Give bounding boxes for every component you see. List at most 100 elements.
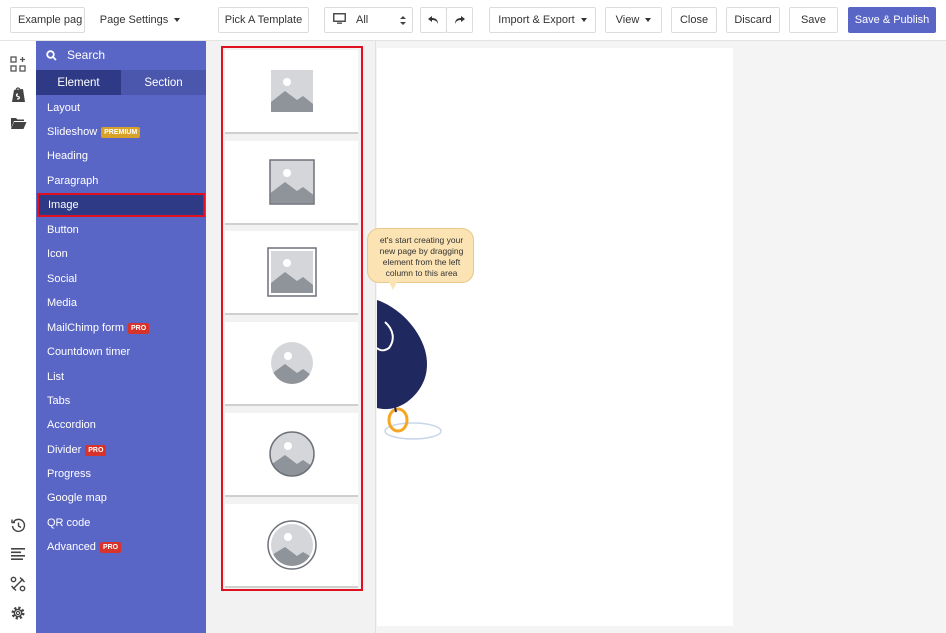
sidebar-item-icon[interactable]: Icon [36, 242, 206, 266]
sidebar-item-label: Tabs [47, 395, 71, 407]
sidebar-item-label: Accordion [47, 419, 96, 431]
image-placeholder-icon [268, 431, 315, 477]
sidebar-item-label: Image [48, 199, 79, 211]
sidebar-item-advanced[interactable]: Advanced PRO [36, 535, 206, 559]
search-field[interactable]: Search [36, 41, 206, 69]
page-canvas[interactable]: et's start creating your new page by dra… [367, 48, 733, 626]
chevron-down-icon [580, 18, 587, 22]
sidebar-item-progress[interactable]: Progress [36, 462, 206, 486]
image-variant-square-plain[interactable] [225, 50, 358, 134]
sidebar-item-tabs[interactable]: Tabs [36, 389, 206, 413]
undo-icon [428, 15, 438, 24]
element-sidebar: Search Element Section Layout Slideshow P… [36, 41, 206, 633]
pick-template-button[interactable]: Pick A Template [218, 7, 309, 33]
icon-rail [0, 41, 36, 633]
view-label: View [615, 14, 640, 26]
sidebar-item-divider[interactable]: Divider PRO [36, 438, 206, 462]
sidebar-item-list[interactable]: List [36, 365, 206, 389]
sidebar-item-countdown-timer[interactable]: Countdown timer [36, 340, 206, 364]
premium-badge: PREMIUM [101, 126, 141, 138]
pro-badge: PRO [85, 444, 107, 456]
sidebar-item-label: QR code [47, 517, 91, 529]
undo-button[interactable] [420, 7, 447, 33]
device-select[interactable]: All [324, 7, 413, 33]
sidebar-item-accordion[interactable]: Accordion [36, 413, 206, 437]
import-export-dropdown[interactable]: Import & Export [489, 7, 596, 33]
sidebar-item-button[interactable]: Button [36, 218, 206, 242]
image-variants-panel [206, 41, 376, 633]
bubble-line: column to this area [385, 268, 458, 278]
page-settings-dropdown[interactable]: Page Settings [93, 7, 187, 33]
image-variant-circle-plain[interactable] [225, 322, 358, 406]
sidebar-item-social[interactable]: Social [36, 267, 206, 291]
sidebar-item-label: Divider [47, 444, 82, 456]
view-dropdown[interactable]: View [605, 7, 662, 33]
sidebar-item-image[interactable]: Image [37, 193, 205, 217]
select-arrows-icon [400, 16, 406, 25]
history-icon[interactable] [9, 516, 27, 534]
help-speech-bubble: et's start creating your new page by dra… [367, 228, 474, 290]
sidebar-item-mailchimp-form[interactable]: MailChimp form PRO [36, 316, 206, 340]
sidebar-item-label: Progress [47, 468, 92, 480]
sidebar-item-label: Social [47, 273, 77, 285]
sidebar-item-qr-code[interactable]: QR code [36, 511, 206, 535]
bubble-line: element from the left [382, 257, 461, 267]
redo-icon [455, 15, 465, 24]
pro-badge: PRO [128, 322, 150, 334]
discard-button[interactable]: Discard [726, 7, 780, 33]
sidebar-item-google-map[interactable]: Google map [36, 486, 206, 510]
device-value: All [356, 14, 369, 26]
image-variant-circle-border[interactable] [225, 413, 358, 497]
sidebar-item-layout[interactable]: Layout [36, 96, 206, 120]
sidebar-item-label: MailChimp form [47, 322, 125, 334]
close-button[interactable]: Close [671, 7, 717, 33]
image-variant-circle-double-border[interactable] [225, 504, 358, 588]
page-settings-label: Page Settings [99, 14, 169, 26]
page-name-field[interactable]: Example pag [10, 7, 85, 33]
folder-icon[interactable] [9, 114, 27, 132]
tools-icon[interactable] [9, 575, 27, 593]
chevron-down-icon [174, 18, 181, 22]
sidebar-tabs: Element Section [36, 70, 206, 95]
shopify-bag-icon[interactable] [9, 85, 27, 103]
sidebar-item-label: Slideshow [47, 126, 98, 138]
outline-list-icon[interactable] [9, 545, 27, 563]
sidebar-item-heading[interactable]: Heading [36, 144, 206, 168]
sidebar-item-label: Icon [47, 248, 68, 260]
top-toolbar: Example pag Page Settings Pick A Templat… [0, 0, 946, 41]
image-placeholder-icon [270, 342, 313, 384]
sidebar-item-label: Countdown timer [47, 346, 131, 358]
save-publish-button[interactable]: Save & Publish [848, 7, 936, 33]
sidebar-item-label: Layout [47, 102, 81, 114]
image-placeholder-icon [268, 159, 315, 205]
image-variant-square-double-border[interactable] [225, 231, 358, 315]
image-placeholder-icon [266, 520, 317, 570]
chevron-down-icon [645, 18, 652, 22]
sidebar-item-slideshow[interactable]: Slideshow PREMIUM [36, 120, 206, 144]
pro-badge: PRO [99, 541, 122, 553]
sidebar-item-label: Advanced [47, 541, 96, 553]
sidebar-item-label: Paragraph [47, 175, 99, 187]
sidebar-item-label: List [47, 371, 65, 383]
image-placeholder-icon [270, 70, 313, 112]
sidebar-item-media[interactable]: Media [36, 291, 206, 315]
bubble-tail [389, 282, 397, 290]
bubble-line: et's start creating your [379, 235, 464, 245]
redo-button[interactable] [446, 7, 473, 33]
tab-section[interactable]: Section [121, 70, 206, 95]
bubble-line: new page by dragging [379, 246, 464, 256]
desktop-icon [333, 13, 346, 27]
import-export-label: Import & Export [498, 14, 575, 26]
add-element-icon[interactable] [9, 55, 27, 73]
sidebar-item-label: Media [47, 297, 77, 309]
tab-element[interactable]: Element [36, 70, 121, 95]
image-placeholder-icon [266, 247, 317, 297]
settings-gear-icon[interactable] [9, 604, 27, 622]
save-button[interactable]: Save [789, 7, 838, 33]
sidebar-item-label: Heading [47, 150, 88, 162]
search-label: Search [67, 48, 106, 62]
image-variant-square-border[interactable] [225, 141, 358, 225]
sidebar-item-paragraph[interactable]: Paragraph [36, 169, 206, 193]
mascot-illustration [377, 300, 442, 440]
sidebar-item-label: Google map [47, 492, 107, 504]
